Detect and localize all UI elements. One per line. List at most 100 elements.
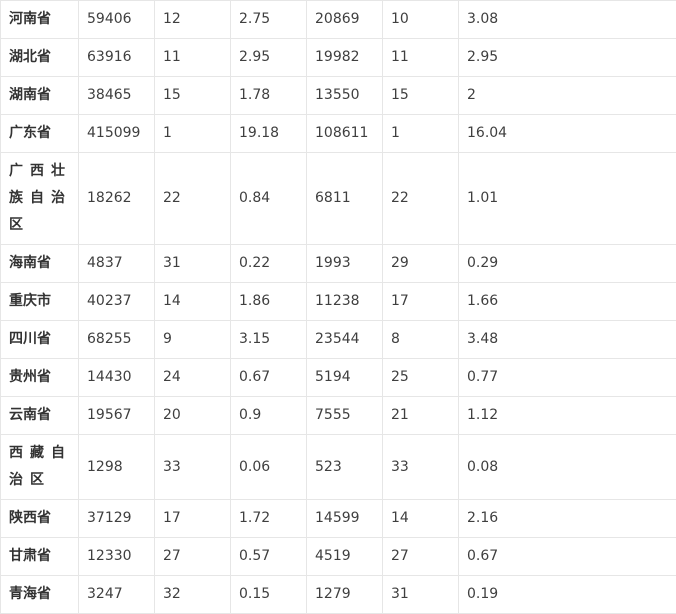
table-row: 贵州省 14430 24 0.67 5194 25 0.77 xyxy=(0,358,676,397)
table-row: 河南省 59406 12 2.75 20869 10 3.08 xyxy=(0,0,676,39)
value-cell-c3: 19.18 xyxy=(230,114,307,153)
value-cell-c5: 31 xyxy=(382,575,459,614)
value-cell-c1: 63916 xyxy=(78,38,155,77)
value-cell-c1: 4837 xyxy=(78,244,155,283)
value-cell-c4: 20869 xyxy=(306,0,383,39)
value-cell-c2: 12 xyxy=(154,0,231,39)
table-row: 广西壮族自治区 18262 22 0.84 6811 22 1.01 xyxy=(0,152,676,245)
value-cell-c5: 33 xyxy=(382,434,459,500)
value-cell-c6: 0.67 xyxy=(458,537,676,576)
value-cell-c3: 2.95 xyxy=(230,38,307,77)
value-cell-c6: 16.04 xyxy=(458,114,676,153)
region-cell: 湖北省 xyxy=(0,38,79,77)
value-cell-c5: 15 xyxy=(382,76,459,115)
value-cell-c2: 17 xyxy=(154,499,231,538)
value-cell-c4: 19982 xyxy=(306,38,383,77)
value-cell-c5: 8 xyxy=(382,320,459,359)
value-cell-c4: 108611 xyxy=(306,114,383,153)
value-cell-c4: 523 xyxy=(306,434,383,500)
value-cell-c6: 0.19 xyxy=(458,575,676,614)
value-cell-c1: 38465 xyxy=(78,76,155,115)
table-body: 河南省 59406 12 2.75 20869 10 3.08 湖北省 63916 11 2.95 1… xyxy=(0,0,676,614)
value-cell-c5: 27 xyxy=(382,537,459,576)
value-cell-c6: 2.16 xyxy=(458,499,676,538)
value-cell-c2: 14 xyxy=(154,282,231,321)
value-cell-c6: 3.48 xyxy=(458,320,676,359)
value-cell-c2: 15 xyxy=(154,76,231,115)
value-cell-c3: 1.78 xyxy=(230,76,307,115)
value-cell-c4: 1279 xyxy=(306,575,383,614)
region-cell: 广东省 xyxy=(0,114,79,153)
value-cell-c6: 0.77 xyxy=(458,358,676,397)
value-cell-c6: 1.01 xyxy=(458,152,676,245)
value-cell-c5: 1 xyxy=(382,114,459,153)
value-cell-c2: 24 xyxy=(154,358,231,397)
value-cell-c5: 11 xyxy=(382,38,459,77)
value-cell-c3: 0.9 xyxy=(230,396,307,435)
region-cell: 河南省 xyxy=(0,0,79,39)
value-cell-c3: 0.22 xyxy=(230,244,307,283)
value-cell-c5: 14 xyxy=(382,499,459,538)
value-cell-c1: 1298 xyxy=(78,434,155,500)
value-cell-c3: 0.15 xyxy=(230,575,307,614)
value-cell-c4: 11238 xyxy=(306,282,383,321)
value-cell-c5: 17 xyxy=(382,282,459,321)
value-cell-c4: 6811 xyxy=(306,152,383,245)
table-row: 重庆市 40237 14 1.86 11238 17 1.66 xyxy=(0,282,676,321)
value-cell-c4: 5194 xyxy=(306,358,383,397)
table-row: 湖南省 38465 15 1.78 13550 15 2 xyxy=(0,76,676,115)
value-cell-c4: 14599 xyxy=(306,499,383,538)
value-cell-c2: 31 xyxy=(154,244,231,283)
value-cell-c3: 0.57 xyxy=(230,537,307,576)
value-cell-c1: 40237 xyxy=(78,282,155,321)
table-row: 广东省 415099 1 19.18 108611 1 16.04 xyxy=(0,114,676,153)
table-row: 甘肃省 12330 27 0.57 4519 27 0.67 xyxy=(0,537,676,576)
value-cell-c1: 3247 xyxy=(78,575,155,614)
value-cell-c5: 25 xyxy=(382,358,459,397)
region-cell: 西藏自治区 xyxy=(0,434,79,500)
value-cell-c2: 9 xyxy=(154,320,231,359)
data-table: 河南省 59406 12 2.75 20869 10 3.08 湖北省 63916 11 2.95 1… xyxy=(0,0,676,614)
value-cell-c2: 33 xyxy=(154,434,231,500)
value-cell-c5: 29 xyxy=(382,244,459,283)
region-cell: 云南省 xyxy=(0,396,79,435)
region-cell: 广西壮族自治区 xyxy=(0,152,79,245)
value-cell-c3: 2.75 xyxy=(230,0,307,39)
table-row: 青海省 3247 32 0.15 1279 31 0.19 xyxy=(0,575,676,614)
value-cell-c4: 13550 xyxy=(306,76,383,115)
value-cell-c3: 1.72 xyxy=(230,499,307,538)
table-row: 云南省 19567 20 0.9 7555 21 1.12 xyxy=(0,396,676,435)
value-cell-c6: 0.29 xyxy=(458,244,676,283)
value-cell-c6: 0.08 xyxy=(458,434,676,500)
value-cell-c4: 4519 xyxy=(306,537,383,576)
value-cell-c4: 7555 xyxy=(306,396,383,435)
table-row: 陕西省 37129 17 1.72 14599 14 2.16 xyxy=(0,499,676,538)
value-cell-c4: 1993 xyxy=(306,244,383,283)
value-cell-c2: 1 xyxy=(154,114,231,153)
value-cell-c2: 32 xyxy=(154,575,231,614)
value-cell-c3: 0.67 xyxy=(230,358,307,397)
value-cell-c6: 1.66 xyxy=(458,282,676,321)
value-cell-c1: 18262 xyxy=(78,152,155,245)
region-cell: 青海省 xyxy=(0,575,79,614)
value-cell-c6: 2 xyxy=(458,76,676,115)
value-cell-c1: 415099 xyxy=(78,114,155,153)
value-cell-c2: 22 xyxy=(154,152,231,245)
value-cell-c1: 68255 xyxy=(78,320,155,359)
region-cell: 海南省 xyxy=(0,244,79,283)
value-cell-c3: 3.15 xyxy=(230,320,307,359)
region-cell: 甘肃省 xyxy=(0,537,79,576)
value-cell-c4: 23544 xyxy=(306,320,383,359)
value-cell-c1: 59406 xyxy=(78,0,155,39)
value-cell-c6: 1.12 xyxy=(458,396,676,435)
region-cell: 陕西省 xyxy=(0,499,79,538)
value-cell-c2: 11 xyxy=(154,38,231,77)
value-cell-c2: 27 xyxy=(154,537,231,576)
value-cell-c6: 2.95 xyxy=(458,38,676,77)
region-cell: 重庆市 xyxy=(0,282,79,321)
value-cell-c1: 37129 xyxy=(78,499,155,538)
value-cell-c3: 0.84 xyxy=(230,152,307,245)
table-row: 海南省 4837 31 0.22 1993 29 0.29 xyxy=(0,244,676,283)
value-cell-c1: 14430 xyxy=(78,358,155,397)
table-row: 西藏自治区 1298 33 0.06 523 33 0.08 xyxy=(0,434,676,500)
